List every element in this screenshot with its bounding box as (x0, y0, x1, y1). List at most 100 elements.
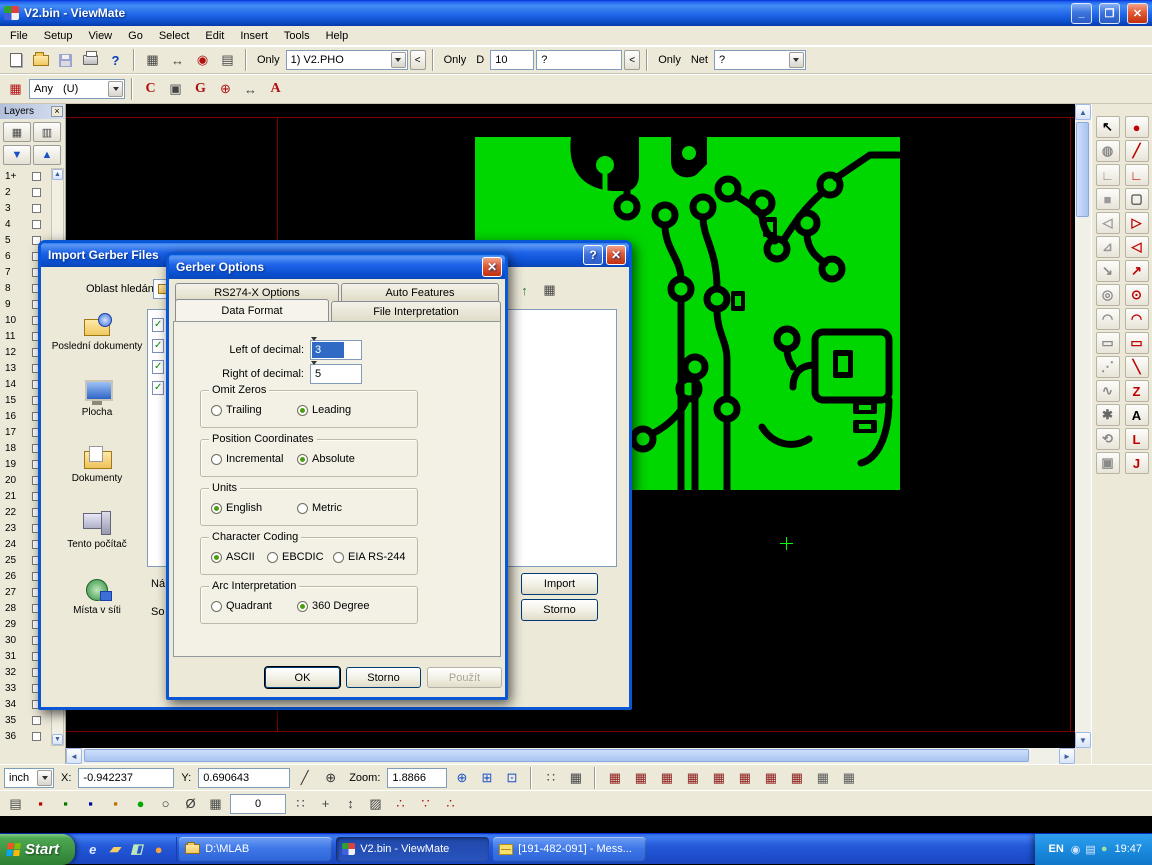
dcode-count-field[interactable]: 0 (230, 794, 286, 814)
zoom-fit-icon[interactable]: ⊡ (500, 767, 523, 789)
radio-selected-icon[interactable] (211, 503, 222, 514)
dot-grid-icon[interactable]: ∷ (289, 793, 312, 815)
via-color-icon[interactable]: ▪ (104, 793, 127, 815)
dcode-input[interactable]: 10 (490, 50, 534, 70)
left-of-decimal-combo[interactable]: 3 (310, 340, 362, 360)
corner-select-icon[interactable]: ∟ (1096, 164, 1120, 186)
radio-metric[interactable]: Metric (297, 502, 342, 514)
draw-triangle-icon[interactable]: ▷ (1125, 212, 1149, 234)
radio-leading[interactable]: Leading (297, 404, 351, 416)
mirror-draw-icon[interactable]: ◁ (1125, 236, 1149, 258)
menu-item[interactable]: Edit (197, 27, 232, 45)
origin-button[interactable]: ⊕ (319, 767, 342, 789)
component-box-button[interactable]: ▣ (164, 78, 187, 100)
radio-icon[interactable] (333, 552, 344, 563)
layer-visibility-checkbox[interactable] (32, 204, 41, 213)
snap-diagonal-button[interactable]: ╱ (293, 767, 316, 789)
radio-icon[interactable] (211, 405, 222, 416)
probe-tool-icon[interactable]: Ø (179, 793, 202, 815)
taskbar-task-viewmate[interactable]: V2.bin - ViewMate (336, 837, 489, 862)
layer-film-icon[interactable]: ▦ (811, 767, 834, 789)
filled-square-icon[interactable]: ■ (1096, 188, 1120, 210)
target-button[interactable]: ⊕ (214, 78, 237, 100)
move-diag-icon[interactable]: ↘ (1096, 260, 1120, 282)
layer-visibility-checkbox[interactable] (32, 716, 41, 725)
width-button[interactable]: ↔ (239, 78, 262, 100)
pad-select-icon[interactable]: ◍ (1096, 140, 1120, 162)
hscroll-track[interactable] (82, 748, 1059, 764)
layer-film-icon[interactable]: ▦ (759, 767, 782, 789)
taskbar-task-message[interactable]: [191-482-091] - Mess... (493, 837, 646, 862)
scroll-down-icon[interactable]: ▼ (1075, 732, 1091, 748)
menu-item[interactable]: Setup (36, 27, 81, 45)
circle-select-icon[interactable]: ◎ (1096, 284, 1120, 306)
cancel-button[interactable]: Storno (521, 599, 598, 621)
flash-left-icon[interactable]: ◁ (1096, 212, 1120, 234)
radio-absolute[interactable]: Absolute (297, 453, 355, 465)
x-coordinate-field[interactable]: -0.942237 (78, 768, 174, 788)
place-documents[interactable]: Dokumenty (51, 443, 143, 509)
dropdown-arrow-icon[interactable] (37, 770, 52, 786)
dropdown-arrow-icon[interactable] (108, 81, 123, 97)
hatch-pattern-icon[interactable]: ▨ (364, 793, 387, 815)
tab-file-interpretation[interactable]: File Interpretation (331, 301, 501, 321)
dropdown-arrow-icon[interactable] (789, 52, 804, 68)
scroll-left-icon[interactable]: ◄ (66, 748, 82, 764)
open-file-button[interactable] (29, 49, 52, 71)
layer-film-icon[interactable]: ▦ (681, 767, 704, 789)
gerber-file-icon[interactable] (152, 381, 164, 395)
draw-zigzag-icon[interactable]: Z (1125, 380, 1149, 402)
layers-panel-header[interactable]: Layers × (0, 104, 65, 119)
gerber-file-icon[interactable] (152, 318, 164, 332)
radio-icon[interactable] (267, 552, 278, 563)
draw-square-icon[interactable]: ▢ (1125, 188, 1149, 210)
prev-dcode-button[interactable]: < (624, 50, 640, 70)
up-folder-icon[interactable]: ↑ (513, 279, 536, 301)
dialog-close-button[interactable]: ✕ (482, 257, 502, 277)
dcode-list-icon[interactable]: ▦ (141, 49, 164, 71)
views-icon[interactable]: ▦ (538, 279, 561, 301)
scroll-up-icon[interactable]: ▲ (52, 169, 63, 180)
context-help-button[interactable]: ? (104, 49, 127, 71)
red-pattern-icon[interactable]: ∴ (389, 793, 412, 815)
horizontal-scrollbar[interactable]: ◄ ► (66, 748, 1075, 764)
layers-close-icon[interactable]: × (51, 106, 63, 117)
place-network[interactable]: Místa v síti (51, 575, 143, 641)
filter-g-button[interactable]: G (189, 78, 212, 100)
options-dialog-titlebar[interactable]: Gerber Options ✕ (169, 255, 505, 279)
grid-lines-icon[interactable]: ▦ (564, 767, 587, 789)
place-desktop[interactable]: Plocha (51, 377, 143, 443)
hscroll-thumb[interactable] (84, 749, 1029, 762)
zoom-field[interactable]: 1.8866 (387, 768, 447, 788)
draw-arrow-icon[interactable]: ↗ (1125, 260, 1149, 282)
prev-layer-button[interactable]: < (410, 50, 426, 70)
pointer-icon[interactable]: ↖ (1096, 116, 1120, 138)
network-tray-icon[interactable]: ● (1101, 843, 1108, 855)
tab-auto-features[interactable]: Auto Features (341, 283, 499, 301)
rotate-icon[interactable]: ⟲ (1096, 428, 1120, 450)
radio-360-degree[interactable]: 360 Degree (297, 600, 370, 612)
folder-quick-icon[interactable]: ▰ (106, 841, 123, 858)
selection-grid-button[interactable]: ▦ (4, 78, 27, 100)
mirror-select-icon[interactable]: ⊿ (1096, 236, 1120, 258)
radio-selected-icon[interactable] (211, 552, 222, 563)
segment-select-icon[interactable]: ⋰ (1096, 356, 1120, 378)
red-pattern-icon[interactable]: ∴ (439, 793, 462, 815)
any-filter-combo[interactable]: Any (U) (29, 79, 125, 99)
radio-icon[interactable] (297, 503, 308, 514)
red-pattern-icon[interactable]: ∵ (414, 793, 437, 815)
layer-film-icon[interactable]: ▦ (603, 767, 626, 789)
unit-combo[interactable]: inch (4, 768, 54, 788)
desktop-quick-icon[interactable]: ◧ (128, 841, 145, 858)
scroll-right-icon[interactable]: ► (1059, 748, 1075, 764)
minimize-button[interactable]: _ (1071, 3, 1092, 24)
radio-ascii[interactable]: ASCII (211, 551, 255, 563)
measure-icon[interactable]: ↔ (166, 49, 189, 71)
zigzag-select-icon[interactable]: ∿ (1096, 380, 1120, 402)
filter-a-button[interactable]: A (264, 78, 287, 100)
layer-up-icon[interactable]: ▲ (33, 145, 61, 165)
radio-selected-icon[interactable] (297, 405, 308, 416)
dropdown-arrow-icon[interactable] (391, 52, 406, 68)
radio-quadrant[interactable]: Quadrant (211, 600, 272, 612)
vscroll-track[interactable] (1075, 120, 1091, 732)
